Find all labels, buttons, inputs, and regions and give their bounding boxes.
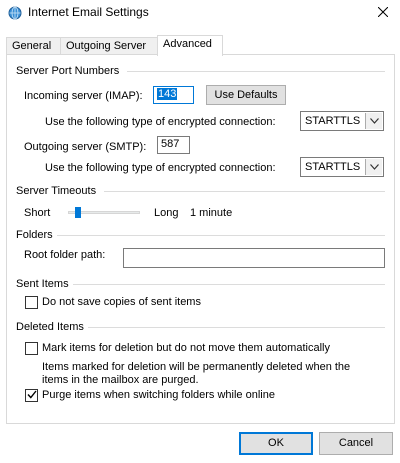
- incoming-encryption-label: Use the following type of encrypted conn…: [45, 116, 276, 128]
- outgoing-server-label: Outgoing server (SMTP):: [24, 141, 147, 153]
- outgoing-port-value: 587: [161, 138, 180, 150]
- close-button[interactable]: [366, 0, 400, 26]
- root-folder-label: Root folder path:: [24, 249, 106, 261]
- chevron-down-icon: [365, 159, 382, 175]
- globe-mail-icon: [8, 6, 22, 20]
- tab-advanced[interactable]: Advanced: [157, 35, 223, 56]
- advanced-panel: Server Port Numbers Incoming server (IMA…: [6, 54, 395, 424]
- mark-deletion-label[interactable]: Mark items for deletion but do not move …: [42, 342, 330, 354]
- checkmark-icon: [26, 390, 37, 402]
- divider: [73, 284, 385, 285]
- divider: [57, 235, 385, 236]
- divider: [104, 191, 385, 192]
- server-ports-group-label: Server Port Numbers: [16, 65, 120, 77]
- outgoing-encryption-select[interactable]: STARTTLS: [300, 157, 384, 177]
- timeout-long-label: Long: [154, 207, 179, 219]
- tab-outgoing-server[interactable]: Outgoing Server: [60, 37, 158, 55]
- outgoing-encryption-value: STARTTLS: [305, 161, 361, 173]
- mark-deletion-checkbox[interactable]: [25, 342, 38, 355]
- window-title: Internet Email Settings: [28, 5, 149, 19]
- deleted-items-group-label: Deleted Items: [16, 321, 84, 333]
- use-defaults-button[interactable]: Use Defaults: [206, 85, 286, 105]
- incoming-port-field[interactable]: 143: [153, 86, 194, 104]
- title-bar: Internet Email Settings: [0, 0, 400, 26]
- timeout-slider-thumb[interactable]: [74, 207, 81, 218]
- no-save-sent-label[interactable]: Do not save copies of sent items: [42, 296, 201, 308]
- ok-button[interactable]: OK: [239, 432, 313, 455]
- deletion-note-line1: Items marked for deletion will be perman…: [42, 361, 351, 373]
- tab-general[interactable]: General: [6, 37, 61, 55]
- incoming-encryption-select[interactable]: STARTTLS: [300, 111, 384, 131]
- outgoing-port-field[interactable]: 587: [157, 136, 190, 154]
- purge-items-label[interactable]: Purge items when switching folders while…: [42, 389, 275, 401]
- cancel-button[interactable]: Cancel: [319, 432, 393, 455]
- divider: [127, 71, 385, 72]
- no-save-sent-checkbox[interactable]: [25, 296, 38, 309]
- timeout-value: 1 minute: [190, 207, 233, 219]
- incoming-server-label: Incoming server (IMAP):: [24, 90, 143, 102]
- outgoing-encryption-label: Use the following type of encrypted conn…: [45, 162, 276, 174]
- timeout-short-label: Short: [24, 207, 51, 219]
- incoming-port-value: 143: [157, 88, 178, 100]
- chevron-down-icon: [365, 113, 382, 129]
- timeouts-group-label: Server Timeouts: [16, 185, 97, 197]
- deletion-note-line2: items in the mailbox are purged.: [42, 374, 199, 386]
- divider: [88, 327, 385, 328]
- incoming-encryption-value: STARTTLS: [305, 115, 361, 127]
- sent-items-group-label: Sent Items: [16, 278, 69, 290]
- close-icon: [377, 6, 389, 20]
- folders-group-label: Folders: [16, 229, 53, 241]
- root-folder-path-field[interactable]: [123, 248, 385, 268]
- tab-strip: General Outgoing Server Advanced: [6, 35, 396, 56]
- purge-items-checkbox[interactable]: [25, 389, 38, 402]
